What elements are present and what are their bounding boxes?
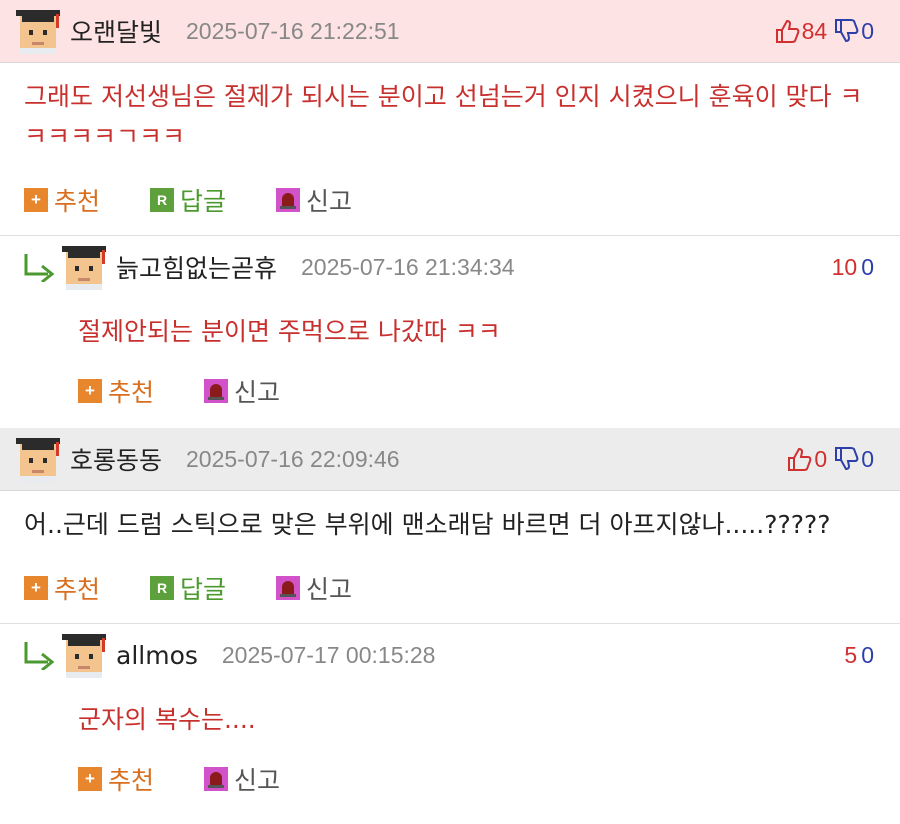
report-button[interactable]: 신고 [204, 761, 280, 797]
recommend-button[interactable]: + 추천 [24, 182, 100, 218]
report-label: 신고 [234, 378, 281, 407]
r-icon: R [150, 576, 175, 600]
report-siren-icon [276, 188, 301, 212]
comment-1: 오랜달빛 2025-07-16 21:22:51 84 0 그래도 저선생님은 … [0, 0, 900, 235]
downvote-count: 0 [861, 17, 874, 44]
upvote-count: 10 [831, 253, 858, 280]
comment-text: 어..근데 드럼 스틱으로 맞은 부위에 맨소래담 바르면 더 아프지않나...… [24, 510, 831, 539]
vote-box: 84 0 [774, 0, 874, 62]
timestamp: 2025-07-17 00:15:28 [221, 641, 436, 668]
reply-text: 군자의 복수는.... [78, 705, 256, 734]
comment-2: 호롱동동 2025-07-16 22:09:46 0 0 어..근데 드럼 스틱… [0, 428, 900, 623]
reply-arrow-icon [22, 640, 56, 670]
plus-icon: + [24, 576, 48, 600]
upvote-count: 84 [801, 17, 828, 44]
timestamp: 2025-07-16 22:09:46 [186, 445, 400, 472]
nickname[interactable]: 호롱동동 [70, 441, 162, 477]
comment-header: 호롱동동 2025-07-16 22:09:46 0 0 [0, 428, 900, 491]
comment-header: 오랜달빛 2025-07-16 21:22:51 84 0 [0, 0, 900, 63]
reply-text: 절제안되는 분이면 주먹으로 나갔따 ㅋㅋ [78, 317, 501, 346]
avatar-icon [62, 244, 106, 290]
report-siren-icon [204, 379, 229, 403]
plus-icon: + [24, 188, 48, 212]
plus-icon: + [78, 379, 102, 403]
avatar-icon [62, 632, 106, 678]
avatar-icon [16, 8, 60, 54]
report-button[interactable]: 신고 [204, 373, 280, 409]
report-siren-icon [204, 767, 229, 791]
report-label: 신고 [306, 575, 353, 604]
reply-label: 답글 [180, 575, 227, 604]
reply-1: 늙고힘없는곧휴 2025-07-16 21:34:34 10 0 절제안되는 분… [0, 235, 900, 426]
vote-box: 10 0 [830, 236, 874, 298]
downvote-count: 0 [861, 641, 874, 668]
reply-button[interactable]: R 답글 [150, 182, 226, 218]
comment-actions: + 추천 R 답글 신고 [0, 553, 900, 623]
nickname[interactable]: 오랜달빛 [70, 13, 162, 49]
downvote-count: 0 [861, 445, 874, 472]
r-icon: R [150, 188, 175, 212]
report-button[interactable]: 신고 [276, 182, 352, 218]
reply-label: 답글 [180, 187, 227, 216]
report-button[interactable]: 신고 [276, 570, 352, 606]
comment-actions: + 추천 R 답글 신고 [0, 165, 900, 235]
avatar-icon [16, 436, 60, 482]
upvote-count: 0 [814, 445, 828, 472]
thumbs-down-icon[interactable] [833, 446, 859, 472]
reply-header: allmos 2025-07-17 00:15:28 5 0 [0, 624, 900, 686]
reply-actions: + 추천 신고 [0, 744, 900, 814]
reply-2: allmos 2025-07-17 00:15:28 5 0 군자의 복수는..… [0, 623, 900, 814]
reply-arrow-icon [22, 252, 56, 282]
vote-box: 5 0 [842, 624, 874, 686]
recommend-button[interactable]: + 추천 [78, 761, 154, 797]
report-siren-icon [276, 576, 301, 600]
report-label: 신고 [306, 187, 353, 216]
reply-header: 늙고힘없는곧휴 2025-07-16 21:34:34 10 0 [0, 236, 900, 298]
thumbs-up-icon[interactable] [786, 446, 812, 472]
recommend-button[interactable]: + 추천 [24, 570, 100, 606]
recommend-label: 추천 [54, 187, 101, 216]
upvote-count: 5 [844, 641, 858, 668]
recommend-label: 추천 [108, 766, 155, 795]
recommend-label: 추천 [54, 575, 101, 604]
thumbs-down-icon[interactable] [833, 18, 859, 44]
recommend-label: 추천 [108, 378, 155, 407]
nickname[interactable]: allmos [116, 641, 198, 670]
recommend-button[interactable]: + 추천 [78, 373, 154, 409]
thumbs-up-icon[interactable] [774, 18, 800, 44]
reply-actions: + 추천 신고 [0, 356, 900, 426]
nickname[interactable]: 늙고힘없는곧휴 [116, 249, 277, 285]
plus-icon: + [78, 767, 102, 791]
vote-box: 0 0 [786, 428, 874, 490]
timestamp: 2025-07-16 21:34:34 [301, 253, 515, 280]
comment-text: 그래도 저선생님은 절제가 되시는 분이고 선넘는거 인지 시켰으니 훈육이 맞… [24, 82, 863, 151]
reply-button[interactable]: R 답글 [150, 570, 226, 606]
downvote-count: 0 [861, 253, 874, 280]
report-label: 신고 [234, 766, 281, 795]
timestamp: 2025-07-16 21:22:51 [186, 17, 400, 44]
